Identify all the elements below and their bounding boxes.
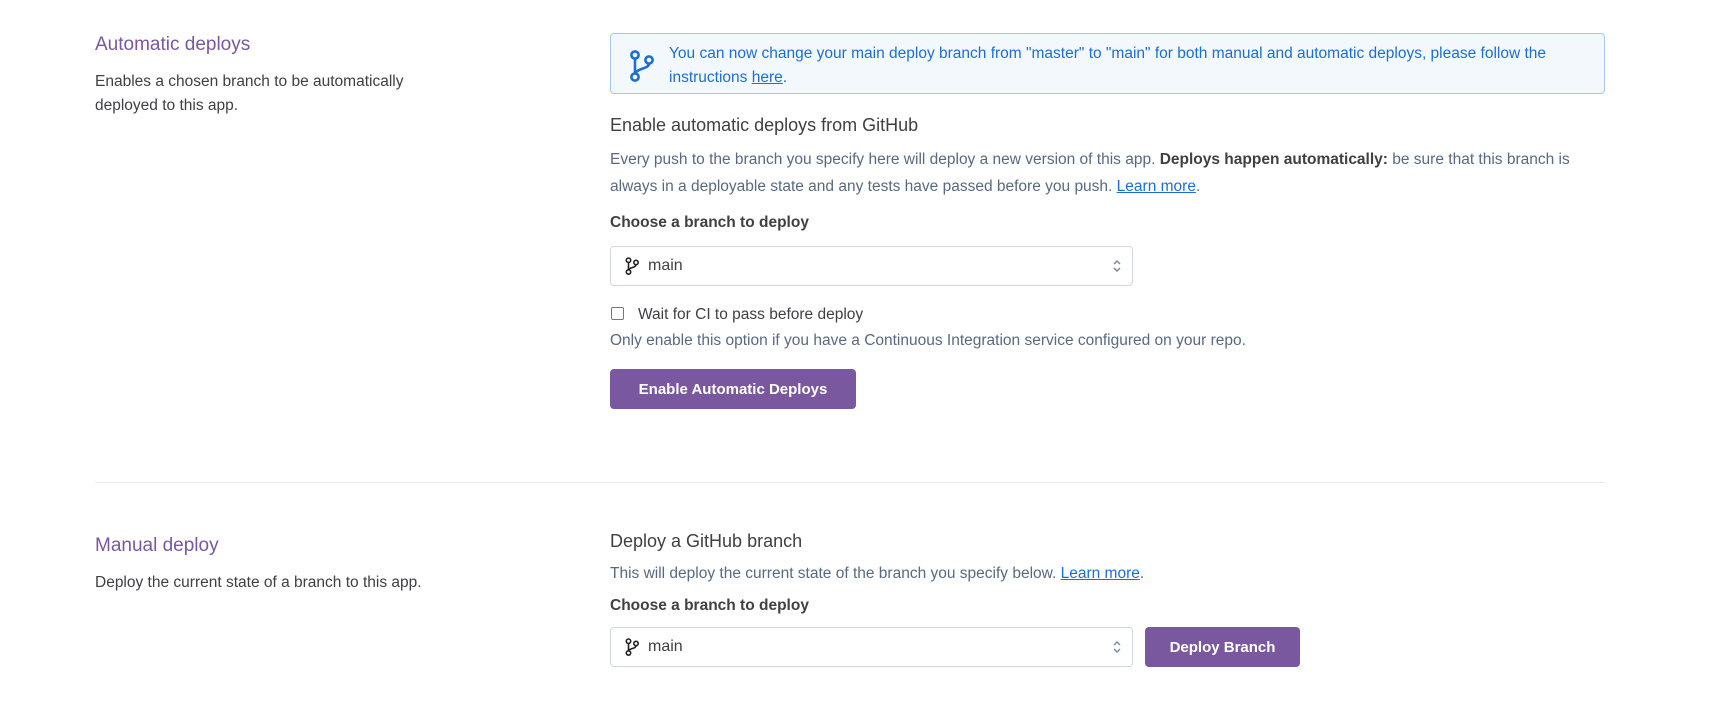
section-divider: [95, 482, 1605, 483]
manual-explanation-text: This will deploy the current state of th…: [610, 565, 1061, 582]
ci-checkbox-row: Wait for CI to pass before deploy: [610, 302, 1605, 324]
git-branch-icon: [625, 638, 639, 656]
automatic-deploys-description: Enables a chosen branch to be automatica…: [95, 73, 404, 114]
manual-learn-more-link[interactable]: Learn more: [1061, 565, 1140, 582]
manual-deploy-title: Manual deploy: [95, 535, 219, 556]
selected-branch: main: [648, 257, 683, 274]
manual-deploy-controls: main Deploy Branch: [610, 627, 1605, 667]
automatic-branch-select[interactable]: main: [610, 246, 1133, 286]
manual-deploy-body: Deploy a GitHub branch This will deploy …: [610, 531, 1605, 667]
chevron-up-down-icon: [1113, 260, 1121, 272]
info-banner-period: .: [782, 69, 788, 86]
automatic-deploys-section: Automatic deploys Enables a chosen branc…: [95, 33, 1605, 453]
deploy-branch-button[interactable]: Deploy Branch: [1145, 627, 1300, 667]
git-branch-icon: [625, 257, 639, 275]
automatic-deploys-body: You can now change your main deploy bran…: [610, 33, 1605, 409]
explanation-period: .: [1195, 178, 1201, 195]
manual-selected-branch: main: [648, 638, 683, 655]
manual-deploy-description: Deploy the current state of a branch to …: [95, 574, 422, 591]
manual-deploy-explanation: This will deploy the current state of th…: [610, 560, 1605, 587]
explanation-bold: Deploys happen automatically:: [1159, 151, 1388, 168]
manual-branch-select-label: Choose a branch to deploy: [610, 597, 809, 614]
ci-note: Only enable this option if you have a Co…: [610, 332, 1246, 349]
manual-explanation-period: .: [1139, 565, 1145, 582]
wait-for-ci-checkbox[interactable]: [611, 306, 624, 320]
info-banner-text: You can now change your main deploy bran…: [669, 42, 1588, 90]
branch-select-label: Choose a branch to deploy: [610, 214, 809, 231]
git-branch-icon: [630, 50, 654, 82]
chevron-up-down-icon: [1113, 641, 1121, 653]
automatic-deploys-title: Automatic deploys: [95, 34, 251, 55]
explanation-text: Every push to the branch you specify her…: [610, 151, 1160, 168]
wait-for-ci-label[interactable]: Wait for CI to pass before deploy: [638, 306, 863, 324]
instructions-link[interactable]: here: [752, 69, 783, 86]
manual-deploy-header: Manual deploy Deploy the current state o…: [95, 534, 475, 595]
manual-deploy-section: Manual deploy Deploy the current state o…: [95, 531, 1605, 694]
learn-more-link[interactable]: Learn more: [1117, 178, 1196, 195]
deploy-github-branch-heading: Deploy a GitHub branch: [610, 531, 803, 551]
automatic-deploys-explanation: Every push to the branch you specify her…: [610, 146, 1600, 200]
automatic-deploys-header: Automatic deploys Enables a chosen branc…: [95, 33, 475, 118]
enable-automatic-deploys-button[interactable]: Enable Automatic Deploys: [610, 369, 856, 409]
manual-branch-select[interactable]: main: [610, 627, 1133, 667]
main-branch-info-banner: You can now change your main deploy bran…: [610, 33, 1605, 94]
enable-automatic-deploys-heading: Enable automatic deploys from GitHub: [610, 115, 919, 135]
info-banner-message: You can now change your main deploy bran…: [669, 45, 1547, 86]
